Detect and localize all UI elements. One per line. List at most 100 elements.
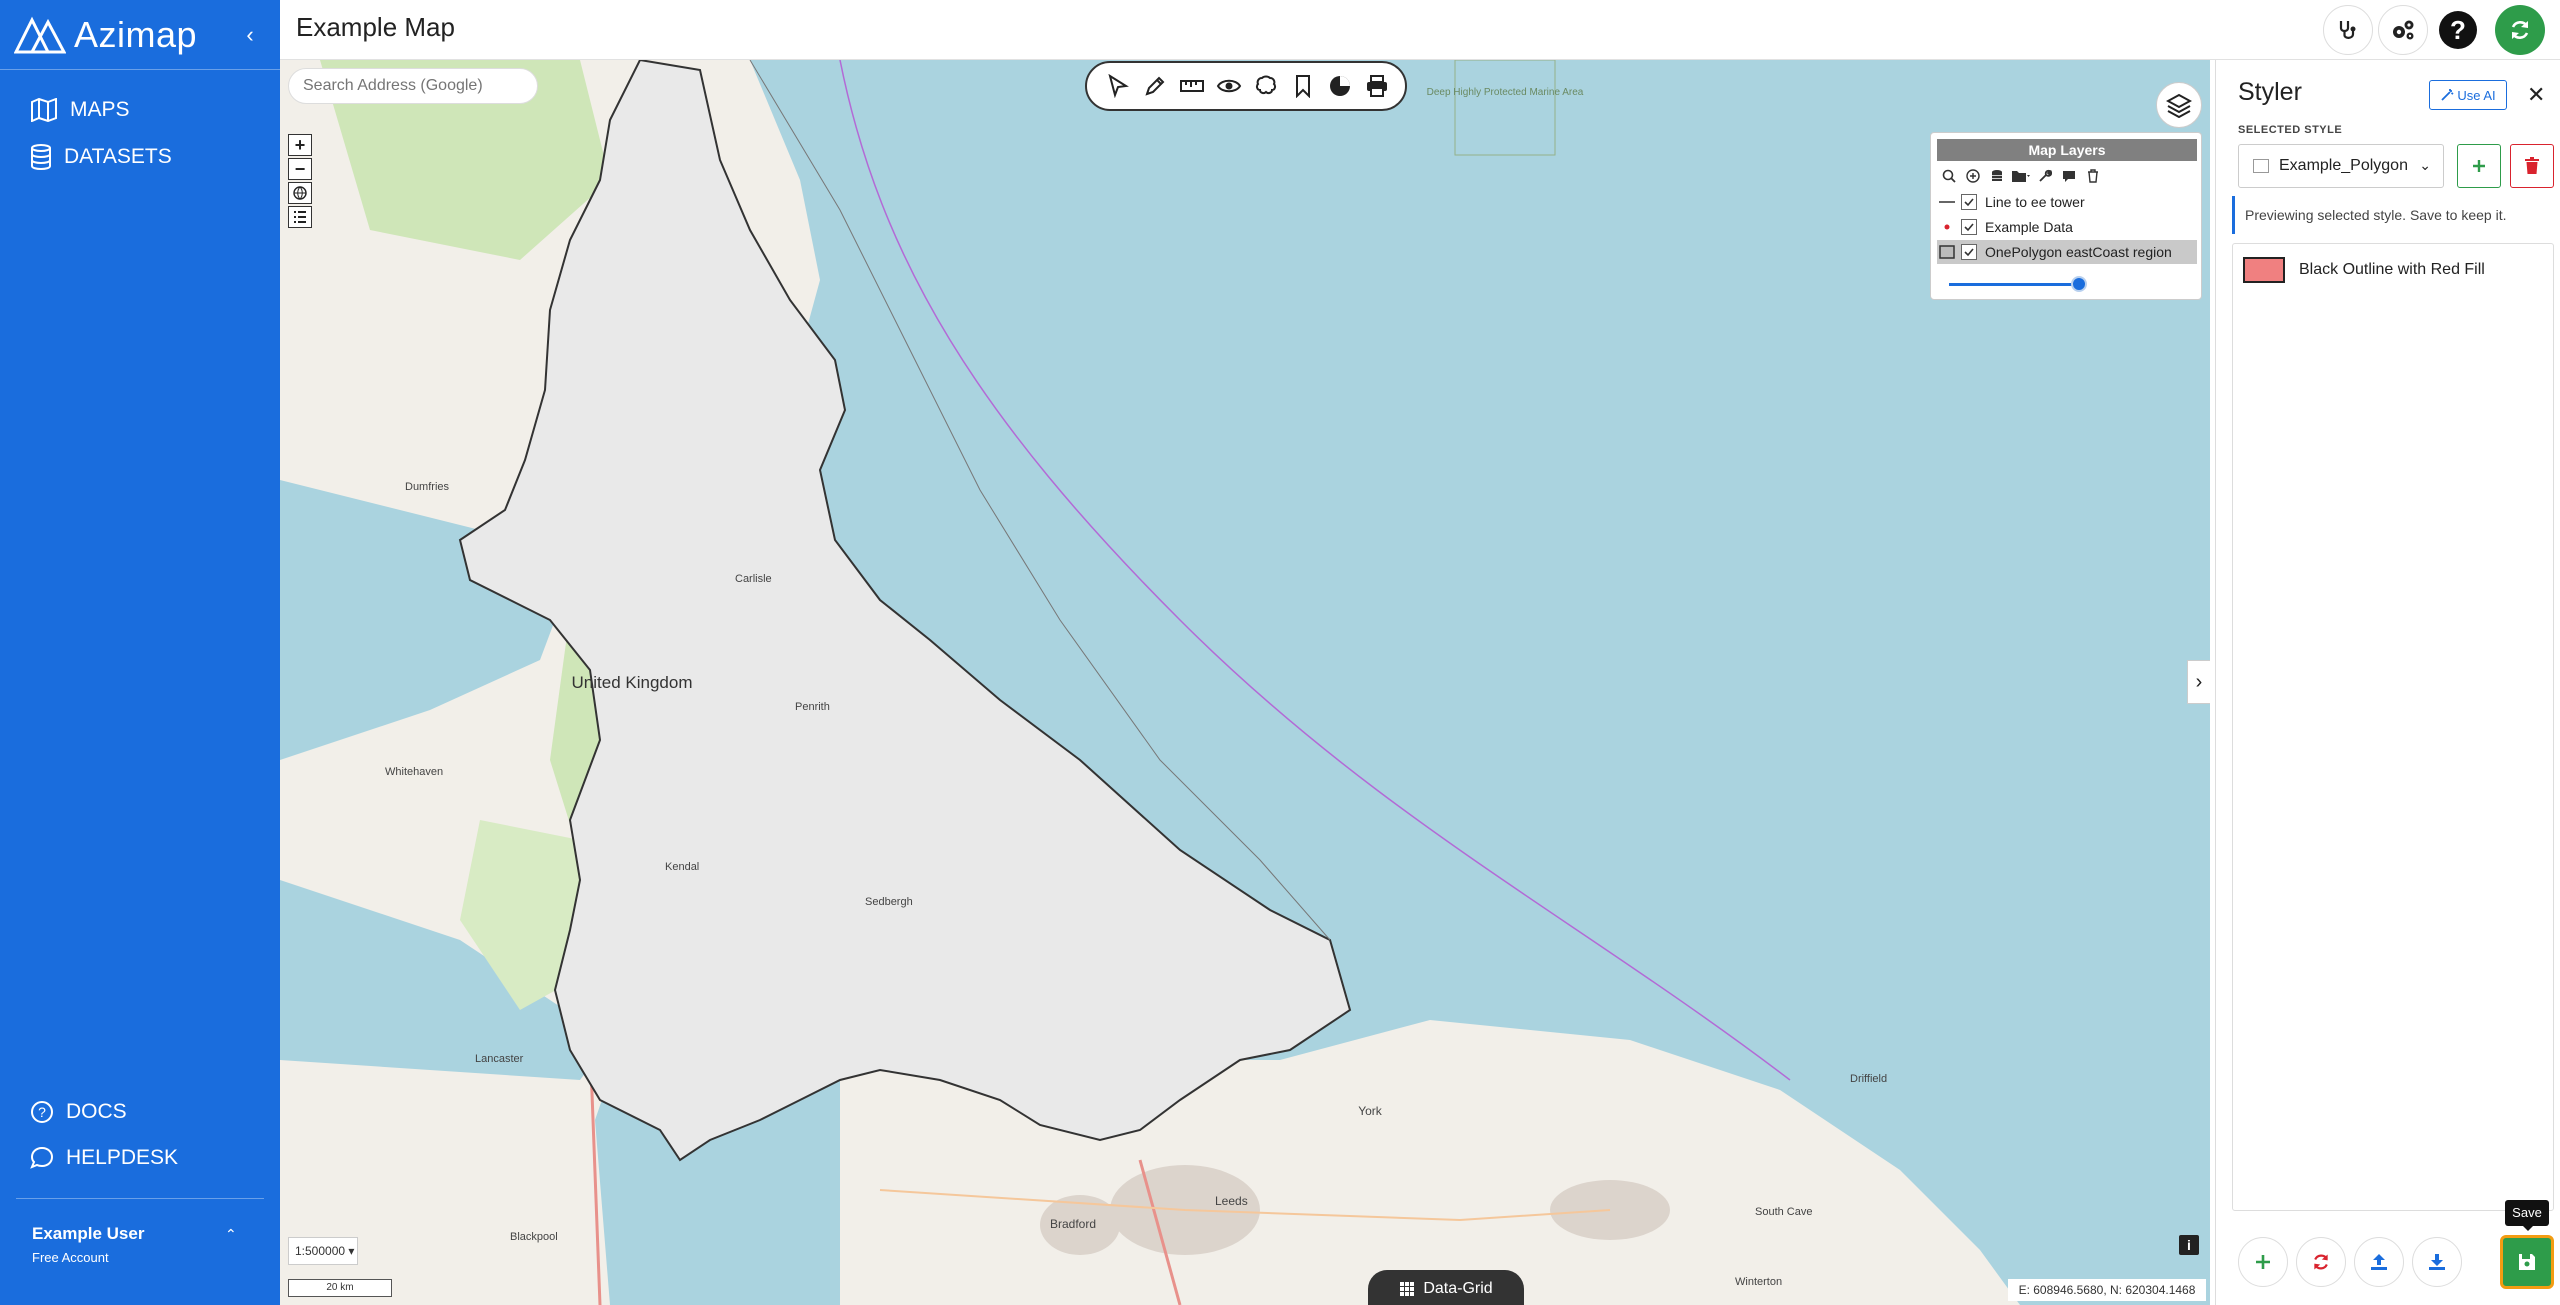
help-button[interactable]: ? [2433,5,2483,55]
bookmark-icon [1295,75,1310,98]
layer-database-button[interactable] [1985,166,2009,186]
upload-style-button[interactable] [2354,1237,2404,1287]
collapse-sidebar-button[interactable]: ‹ [238,20,262,50]
rule-name: Black Outline with Red Fill [2299,261,2485,278]
page-title: Example Map [296,12,455,42]
print-tool[interactable] [1358,66,1395,106]
zoom-in-button[interactable]: + [288,134,312,156]
map-label-penrith: Penrith [795,701,830,713]
rule-fill-swatch [2243,257,2285,283]
map-label-sedbergh: Sedbergh [865,896,913,908]
layer-search-button[interactable] [1937,166,1961,186]
add-rule-button[interactable] [2238,1237,2288,1287]
close-icon[interactable]: ✕ [2527,82,2545,108]
map-canvas[interactable]: United Kingdom York Leeds Bradford Lanca… [280,60,2210,1305]
user-plan: Free Account [32,1250,109,1265]
draw-tool[interactable] [1136,66,1173,106]
sidebar-item-helpdesk[interactable]: HELPDESK [30,1138,178,1178]
list-icon [294,211,306,223]
layer-visibility-checkbox[interactable] [1961,244,1977,260]
layer-row[interactable]: Line to ee tower [1937,190,2197,214]
sync-button[interactable] [2495,5,2545,55]
refresh-icon [2314,1254,2328,1270]
upload-icon [2371,1254,2387,1270]
settings-button[interactable] [2378,5,2428,55]
user-name[interactable]: Example User [32,1224,144,1244]
trash-icon [2088,169,2098,183]
zoom-out-button[interactable]: − [288,158,312,180]
user-divider [16,1198,264,1199]
info-button[interactable]: i [2179,1235,2199,1255]
search-address-input[interactable] [288,68,538,104]
layers-toggle-button[interactable] [2156,82,2202,128]
scale-select[interactable]: 1:500000 ▾ [288,1237,358,1265]
stethoscope-icon [2339,21,2356,39]
scale-value: 1:500000 [295,1244,346,1258]
bookmark-tool[interactable] [1284,66,1321,106]
style-select[interactable]: Example_Polygon ⌄ [2238,144,2444,188]
layer-settings-button[interactable] [2033,166,2057,186]
layer-name: Line to ee tower [1985,194,2085,210]
analysis-tool[interactable] [1247,66,1284,106]
use-ai-button[interactable]: Use AI [2429,80,2507,110]
layer-row-selected[interactable]: OnePolygon eastCoast region [1937,240,2197,264]
layer-name: OnePolygon eastCoast region [1985,244,2172,260]
delete-style-button[interactable] [2510,144,2554,188]
map-label-protected: Deep Highly Protected Marine Area [1427,87,1584,98]
layer-name: Example Data [1985,219,2073,235]
map-label-winterton: Winterton [1735,1276,1782,1288]
caret-down-icon: ▾ [348,1244,355,1258]
svg-text:?: ? [2450,15,2466,45]
sidebar: Azimap ‹ MAPS DATASETS ? DOCS HELPDESK E… [0,0,280,1305]
logo-row: Azimap ‹ [0,0,280,70]
plus-icon [2256,1255,2270,1269]
layer-folder-button[interactable] [2009,166,2033,186]
layer-visibility-checkbox[interactable] [1961,219,1977,235]
plus-icon [2473,160,2485,172]
pen-draw-icon [1144,76,1164,96]
visibility-tool[interactable] [1210,66,1247,106]
sidebar-item-docs[interactable]: ? DOCS [30,1092,127,1132]
pie-chart-icon [1329,76,1350,96]
save-style-button[interactable] [2500,1235,2554,1289]
layer-row[interactable]: Example Data [1937,215,2197,239]
styler-panel: Styler Use AI ✕ SELECTED STYLE Example_P… [2215,60,2560,1305]
add-style-button[interactable] [2457,144,2501,188]
style-rule-item[interactable]: Black Outline with Red Fill [2243,256,2543,284]
sidebar-item-datasets[interactable]: DATASETS [30,137,172,177]
help-circle-icon: ? [2439,11,2477,49]
map-label-york: York [1358,1104,1383,1118]
sidebar-item-label: DOCS [66,1100,127,1123]
map-label-kendal: Kendal [665,861,699,873]
info-icon: i [2187,1237,2191,1253]
layer-comment-button[interactable] [2057,166,2081,186]
select-tool[interactable] [1099,66,1136,106]
globe-button[interactable] [288,182,312,204]
sidebar-item-label: MAPS [70,98,130,121]
save-tooltip: Save [2505,1200,2549,1231]
download-style-button[interactable] [2412,1237,2462,1287]
data-grid-button[interactable]: Data-Grid [1368,1270,1524,1305]
sidebar-item-maps[interactable]: MAPS [30,90,130,130]
opacity-slider-track[interactable] [1949,283,2077,286]
gears-icon [2393,20,2414,40]
chart-tool[interactable] [1321,66,1358,106]
map-label-carlisle: Carlisle [735,573,772,585]
layer-delete-button[interactable] [2081,166,2105,186]
wrench-icon [2039,169,2052,182]
reset-style-button[interactable] [2296,1237,2346,1287]
layer-visibility-checkbox[interactable] [1961,194,1977,210]
expand-panel-button[interactable]: › [2187,660,2210,704]
svg-text:?: ? [38,1104,46,1120]
polygon-symbol-icon [1937,242,1957,262]
basemap: United Kingdom York Leeds Bradford Lanca… [280,60,2020,1305]
measure-tool[interactable] [1173,66,1210,106]
legend-list-button[interactable] [288,206,312,228]
folder-icon [2012,171,2030,182]
diagnostics-button[interactable] [2323,5,2373,55]
layers-toolbar [1937,166,2105,186]
layer-add-button[interactable] [1961,166,1985,186]
chevron-up-icon[interactable]: ⌃ [225,1226,237,1243]
opacity-slider-handle[interactable] [2071,276,2087,292]
sidebar-item-label: HELPDESK [66,1146,179,1169]
